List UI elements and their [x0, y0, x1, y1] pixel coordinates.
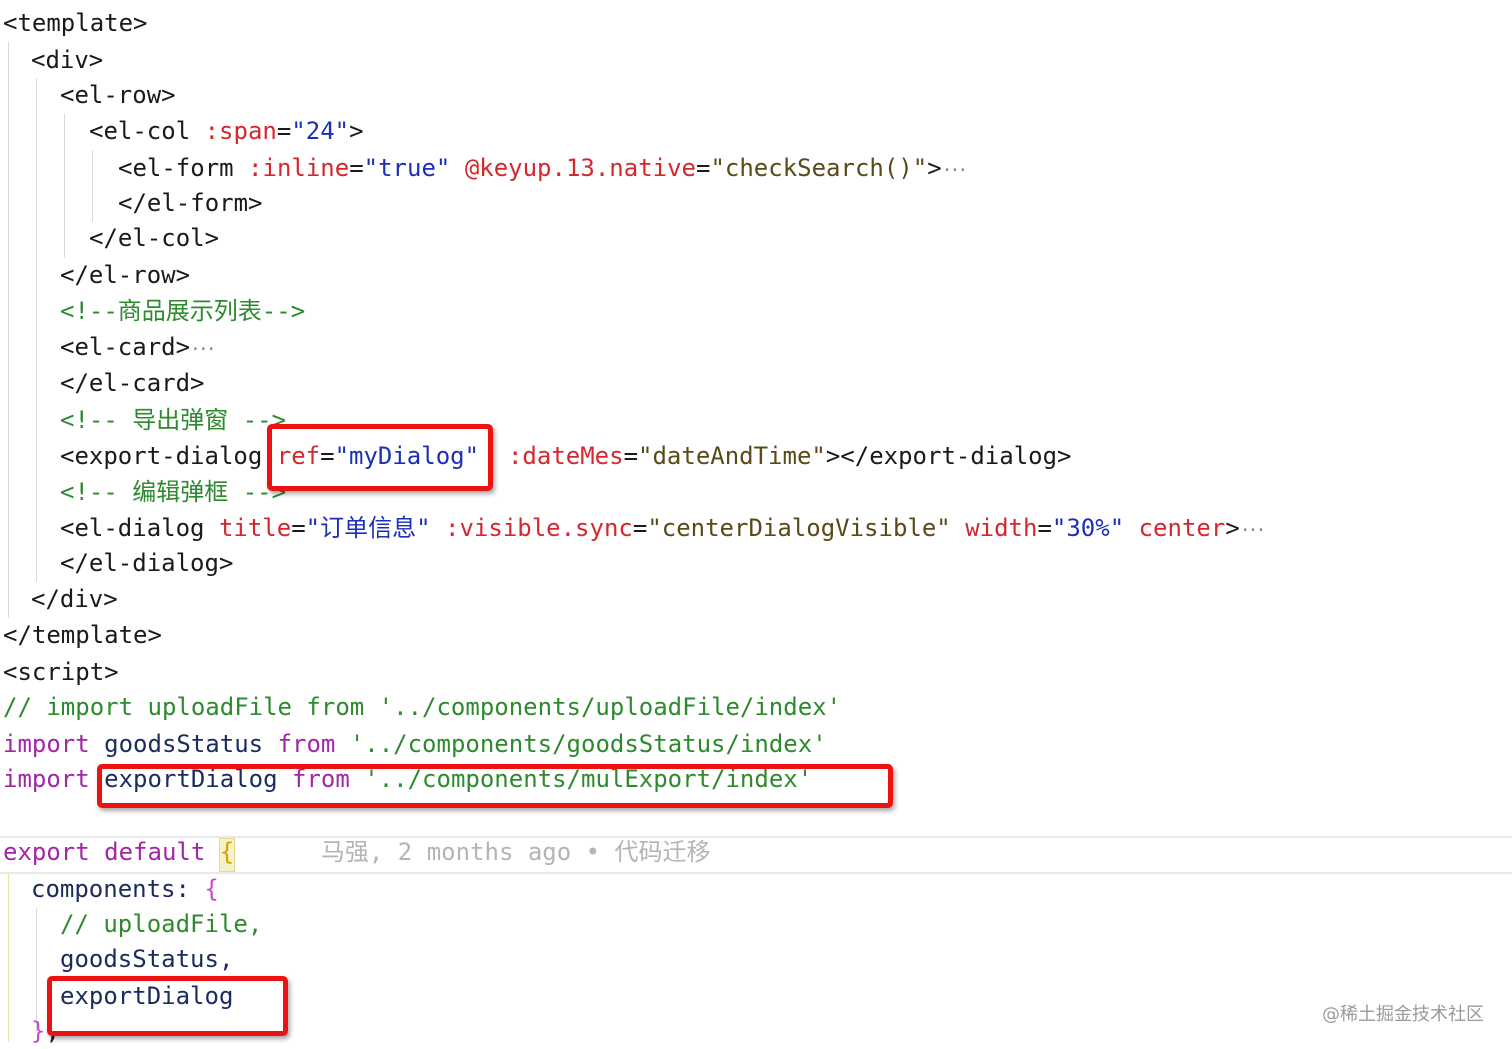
attribute-name: :span	[204, 117, 277, 145]
comment-text: // import uploadFile from '../components…	[3, 693, 842, 721]
attribute-name: :dateMes	[507, 442, 624, 470]
keyword: import	[3, 765, 90, 793]
tag-text: ></export-dialog>	[825, 442, 1072, 470]
equals-sign: =	[632, 514, 648, 542]
code-line[interactable]: <!-- 导出弹窗 -->	[60, 402, 286, 438]
tag-text: >	[927, 154, 942, 182]
code-line[interactable]: </div>	[31, 581, 118, 617]
indent-guide	[92, 150, 93, 222]
equals-sign: =	[349, 154, 364, 182]
attribute-value: "centerDialogVisible"	[647, 514, 951, 542]
code-line[interactable]: goodsStatus,	[60, 941, 233, 977]
indent-guide	[64, 114, 65, 258]
code-line[interactable]: // uploadFile,	[60, 906, 262, 942]
code-line[interactable]: </el-card>	[60, 365, 205, 401]
tag-text: </div>	[31, 585, 118, 613]
attribute-name: :visible.sync	[445, 514, 633, 542]
code-line[interactable]: </el-form>	[118, 185, 263, 221]
tag-text: <el-row>	[60, 81, 176, 109]
tag-text: <el-dialog	[60, 514, 219, 542]
tag-text: </el-card>	[60, 369, 205, 397]
code-line[interactable]: import goodsStatus from '../components/g…	[3, 726, 827, 762]
brace: }	[31, 1017, 46, 1045]
git-blame-annotation: 马强, 2 months ago • 代码迁移	[320, 838, 711, 866]
fold-ellipsis-icon[interactable]: ···	[190, 339, 216, 360]
keyword: from	[277, 730, 336, 758]
code-line[interactable]: </template>	[3, 617, 162, 653]
code-line[interactable]: <el-row>	[60, 77, 176, 113]
equals-sign: =	[291, 514, 306, 542]
identifier: goodsStatus,	[60, 945, 234, 973]
highlight-box-ref	[267, 424, 493, 491]
equals-sign: =	[696, 154, 711, 182]
highlight-box-import	[97, 764, 893, 808]
comment-text: // uploadFile,	[60, 910, 263, 938]
brace: {	[219, 838, 235, 866]
equals-sign: =	[276, 117, 292, 145]
code-line[interactable]: <el-card>···	[60, 329, 217, 365]
tag-text: </el-dialog>	[60, 549, 234, 577]
comment-text: <!-- 编辑弹框 -->	[60, 478, 287, 506]
string-literal: '../components/goodsStatus/index'	[349, 730, 827, 758]
indent-guide	[8, 42, 9, 618]
tag-text: <el-col	[89, 117, 205, 145]
attribute-value: "30%"	[1051, 514, 1125, 542]
code-line[interactable]: </el-col>	[89, 220, 219, 256]
tag-text: <export-dialog	[60, 442, 277, 470]
code-line[interactable]: <template>	[3, 5, 148, 41]
comment-text: <!--商品展示列表-->	[60, 297, 306, 325]
code-line[interactable]: </el-dialog>	[60, 545, 233, 581]
tag-text: <el-form	[118, 154, 249, 182]
tag-text: <div>	[31, 46, 104, 74]
comment-text: <!-- 导出弹窗 -->	[60, 406, 287, 434]
tag-text: >	[1225, 514, 1240, 542]
tag-text: </template>	[3, 621, 162, 649]
code-line[interactable]: components: {	[31, 871, 219, 907]
code-line[interactable]: <div>	[31, 42, 103, 78]
code-line[interactable]: <el-col :span="24">	[89, 113, 364, 149]
tag-text: </el-form>	[118, 189, 263, 217]
attribute-name: title	[218, 514, 292, 542]
code-line[interactable]: <!--商品展示列表-->	[60, 293, 305, 329]
tag-text: <el-card>	[60, 333, 191, 361]
brace: {	[204, 875, 219, 903]
tag-text: >	[349, 117, 364, 145]
code-editor[interactable]: <template> <div> <el-row> <el-col :span=…	[0, 0, 1512, 1049]
code-line[interactable]: <el-form :inline="true" @keyup.13.native…	[118, 150, 968, 186]
equals-sign: =	[623, 442, 639, 470]
code-line[interactable]: <export-dialog ref="myDialog" :dateMes="…	[60, 438, 1072, 474]
tag-text: <template>	[3, 9, 148, 37]
attribute-name: :inline	[248, 154, 350, 182]
indent-guide	[8, 872, 9, 1042]
code-line[interactable]: </el-row>	[60, 257, 190, 293]
tag-text: </el-row>	[60, 261, 191, 289]
highlight-box-component	[47, 976, 288, 1036]
indent-guide	[36, 78, 37, 582]
watermark: @稀土掘金技术社区	[1322, 1004, 1484, 1025]
attribute-value: "订单信息"	[305, 514, 431, 542]
attribute-value: "24"	[291, 117, 350, 145]
keyword: import	[3, 730, 90, 758]
attribute-value: "checkSearch()"	[710, 154, 928, 182]
fold-ellipsis-icon[interactable]: ···	[1240, 520, 1266, 541]
fold-ellipsis-icon[interactable]: ···	[942, 160, 968, 181]
attribute-value: "true"	[363, 154, 451, 182]
attribute-value: "dateAndTime"	[638, 442, 826, 470]
attribute-name: center	[1138, 514, 1226, 542]
tag-text: </el-col>	[89, 224, 220, 252]
code-line[interactable]: <!-- 编辑弹框 -->	[60, 474, 286, 510]
attribute-name: width	[965, 514, 1038, 542]
attribute-name: @keyup.13.native	[464, 154, 696, 182]
identifier: components:	[31, 875, 190, 903]
keyword: export default	[3, 838, 206, 866]
equals-sign: =	[1037, 514, 1052, 542]
identifier: goodsStatus	[104, 730, 264, 758]
code-line[interactable]: export default { 马强, 2 months ago • 代码迁移	[3, 834, 711, 870]
code-line[interactable]: <el-dialog title="订单信息" :visible.sync="c…	[60, 510, 1266, 546]
code-line[interactable]: // import uploadFile from '../components…	[3, 689, 841, 725]
tag-text: <script>	[3, 658, 119, 686]
code-line[interactable]: <script>	[3, 654, 119, 690]
